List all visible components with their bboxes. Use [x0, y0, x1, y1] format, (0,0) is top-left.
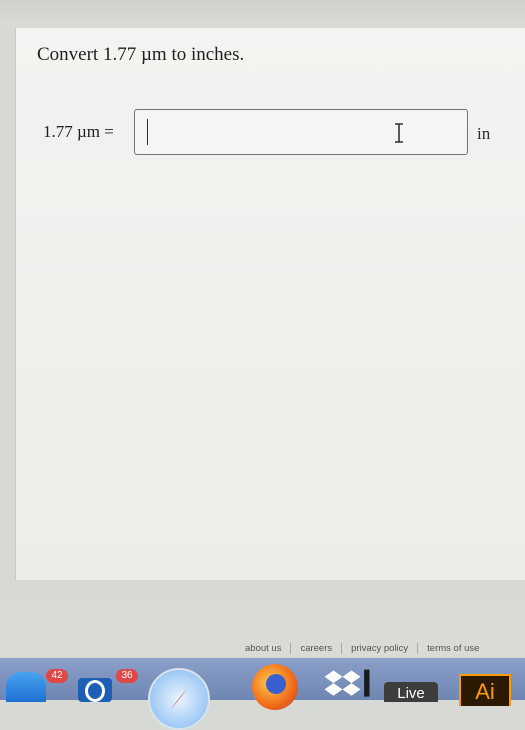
- compass-needle-icon: [170, 688, 188, 710]
- answer-input[interactable]: [134, 109, 468, 155]
- live-app-icon[interactable]: Live: [384, 682, 438, 702]
- footer-link-careers[interactable]: careers: [291, 642, 343, 654]
- mail-app-icon[interactable]: [6, 672, 46, 702]
- mail-badge: 42: [46, 669, 68, 683]
- footer-links: about us careers privacy policy terms of…: [236, 637, 488, 659]
- outlook-o-icon: [85, 680, 105, 702]
- firefox-globe-icon: [266, 674, 286, 694]
- screen-top-bezel: [0, 0, 525, 28]
- firefox-app-icon[interactable]: [252, 664, 298, 710]
- outlook-app-icon[interactable]: [78, 678, 112, 702]
- ai-label: Ai: [475, 679, 495, 704]
- dropbox-app-icon[interactable]: [322, 666, 372, 702]
- text-caret: [147, 119, 148, 145]
- live-label: Live: [397, 685, 425, 702]
- equation-label: 1.77 µm =: [43, 122, 114, 141]
- footer-link-about[interactable]: about us: [236, 642, 292, 654]
- question-card: Convert 1.77 µm to inches. 1.77 µm = in: [16, 28, 525, 580]
- illustrator-app-icon[interactable]: Ai: [459, 674, 511, 706]
- footer-link-terms[interactable]: terms of use: [418, 643, 488, 654]
- unit-label: in: [477, 124, 491, 143]
- outlook-badge: 36: [116, 669, 138, 683]
- dock: 42 36 Live Ai: [0, 658, 525, 730]
- question-text: Convert 1.77 µm to inches.: [37, 44, 245, 65]
- footer-link-privacy[interactable]: privacy policy: [342, 642, 419, 654]
- safari-app-icon[interactable]: [148, 668, 210, 730]
- ibeam-cursor-icon: [395, 123, 403, 143]
